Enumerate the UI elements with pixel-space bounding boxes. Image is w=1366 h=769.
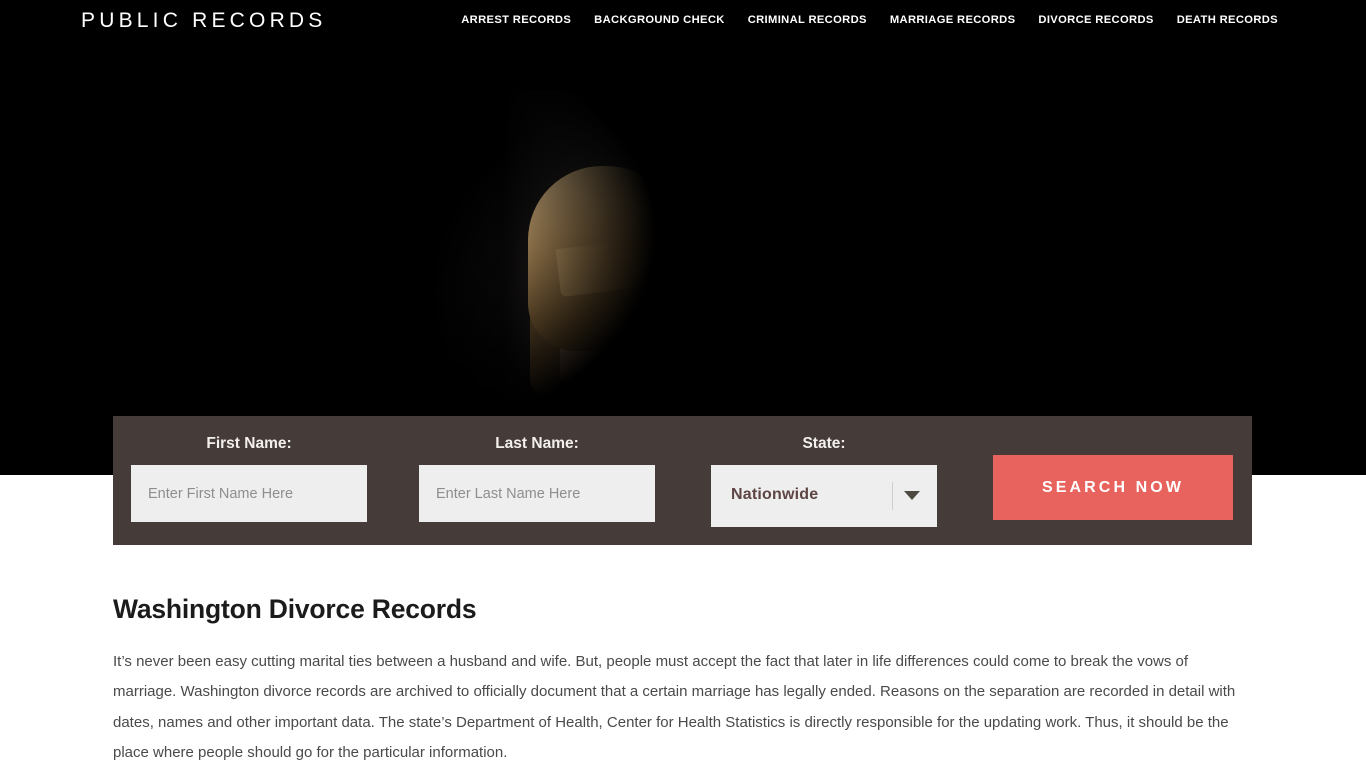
state-select[interactable]: Nationwide bbox=[711, 465, 937, 527]
first-name-label: First Name: bbox=[206, 435, 292, 452]
woman-eye-right bbox=[796, 334, 824, 344]
chevron-down-icon bbox=[904, 491, 920, 500]
nav-link-death-records[interactable]: DEATH RECORDS bbox=[1177, 14, 1278, 26]
hero-banner bbox=[0, 44, 1366, 475]
nav-link-divorce-records[interactable]: DIVORCE RECORDS bbox=[1038, 14, 1153, 26]
select-separator bbox=[892, 482, 893, 510]
nav-link-criminal-records[interactable]: CRIMINAL RECORDS bbox=[748, 14, 867, 26]
state-selected-value: Nationwide bbox=[731, 486, 819, 503]
woman-earring bbox=[736, 374, 742, 394]
nav-link-background-check[interactable]: BACKGROUND CHECK bbox=[594, 14, 725, 26]
woman-eye-left bbox=[752, 334, 780, 344]
man-chin-shadow bbox=[556, 374, 640, 408]
site-logo[interactable]: PUBLIC RECORDS bbox=[81, 9, 327, 33]
article-paragraph: It’s never been easy cutting marital tie… bbox=[113, 653, 1236, 762]
last-name-input[interactable] bbox=[419, 465, 655, 522]
main-navigation: ARREST RECORDS BACKGROUND CHECK CRIMINAL… bbox=[461, 14, 1278, 26]
article-section: Washington Divorce Records It’s never be… bbox=[113, 594, 1253, 769]
search-now-button[interactable]: SEARCH NOW bbox=[993, 455, 1233, 520]
woman-lips bbox=[772, 388, 814, 402]
first-name-input[interactable] bbox=[131, 465, 367, 522]
state-label: State: bbox=[802, 435, 846, 452]
nav-link-marriage-records[interactable]: MARRIAGE RECORDS bbox=[890, 14, 1016, 26]
page-title: Washington Divorce Records bbox=[113, 594, 477, 624]
woman-nose bbox=[782, 344, 804, 384]
nav-link-arrest-records[interactable]: ARREST RECORDS bbox=[461, 14, 571, 26]
site-header: PUBLIC RECORDS ARREST RECORDS BACKGROUND… bbox=[0, 0, 1366, 44]
last-name-label: Last Name: bbox=[495, 435, 579, 452]
